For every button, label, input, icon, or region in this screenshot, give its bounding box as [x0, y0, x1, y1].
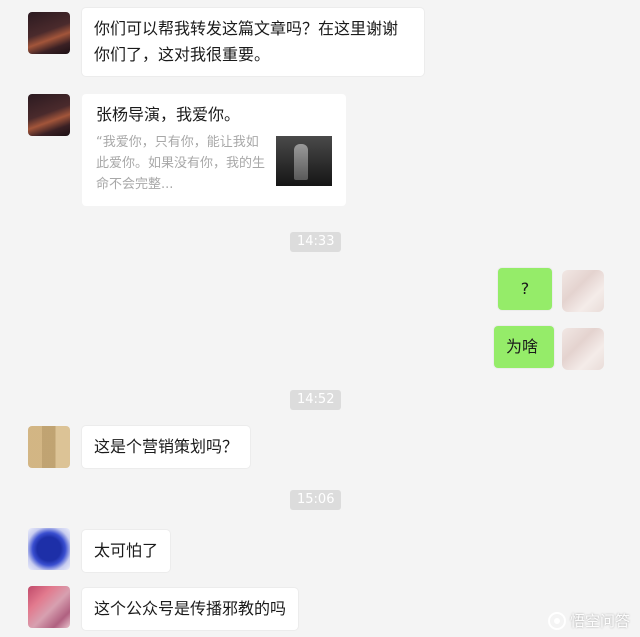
message-text: ? [520, 279, 530, 298]
timestamp: 14:33 [290, 232, 342, 252]
message-text: 这个公众号是传播邪教的吗 [94, 599, 287, 618]
message-bubble[interactable]: 这个公众号是传播邪教的吗 [82, 588, 299, 630]
watermark-text: 悟空问答 [569, 612, 630, 630]
message-bubble[interactable]: 这是个营销策划吗？ [82, 426, 251, 468]
message-bubble[interactable]: 为啥 [494, 326, 554, 368]
avatar[interactable] [562, 270, 604, 312]
article-description: “我爱你，只有你，能让我如此爱你。如果没有你，我的生命不会完整... [96, 135, 266, 192]
avatar[interactable] [28, 12, 70, 54]
message-bubble[interactable]: 你们可以帮我转发这篇文章吗？在这里谢谢你们了，这对我很重要。 [82, 8, 424, 76]
article-card[interactable]: 张杨导演，我爱你。 “我爱你，只有你，能让我如此爱你。如果没有你，我的生命不会完… [82, 94, 346, 206]
avatar[interactable] [28, 586, 70, 628]
watermark: 悟空问答 [547, 610, 630, 631]
message-text: 这是个营销策划吗？ [94, 437, 239, 456]
message-text: 你们可以帮我转发这篇文章吗？在这里谢谢你们了，这对我很重要。 [94, 19, 399, 64]
wukong-logo-icon [547, 611, 566, 630]
avatar[interactable] [28, 426, 70, 468]
article-thumbnail [276, 136, 332, 186]
avatar[interactable] [28, 528, 70, 570]
timestamp: 15:06 [290, 490, 342, 510]
avatar[interactable] [562, 328, 604, 370]
timestamp: 14:52 [290, 390, 342, 410]
message-text: 为啥 [506, 337, 539, 356]
article-title: 张杨导演，我爱你。 [96, 105, 241, 124]
message-bubble[interactable]: ? [498, 268, 552, 310]
message-text: 太可怕了 [94, 541, 159, 560]
avatar[interactable] [28, 94, 70, 136]
message-bubble[interactable]: 太可怕了 [82, 530, 171, 572]
